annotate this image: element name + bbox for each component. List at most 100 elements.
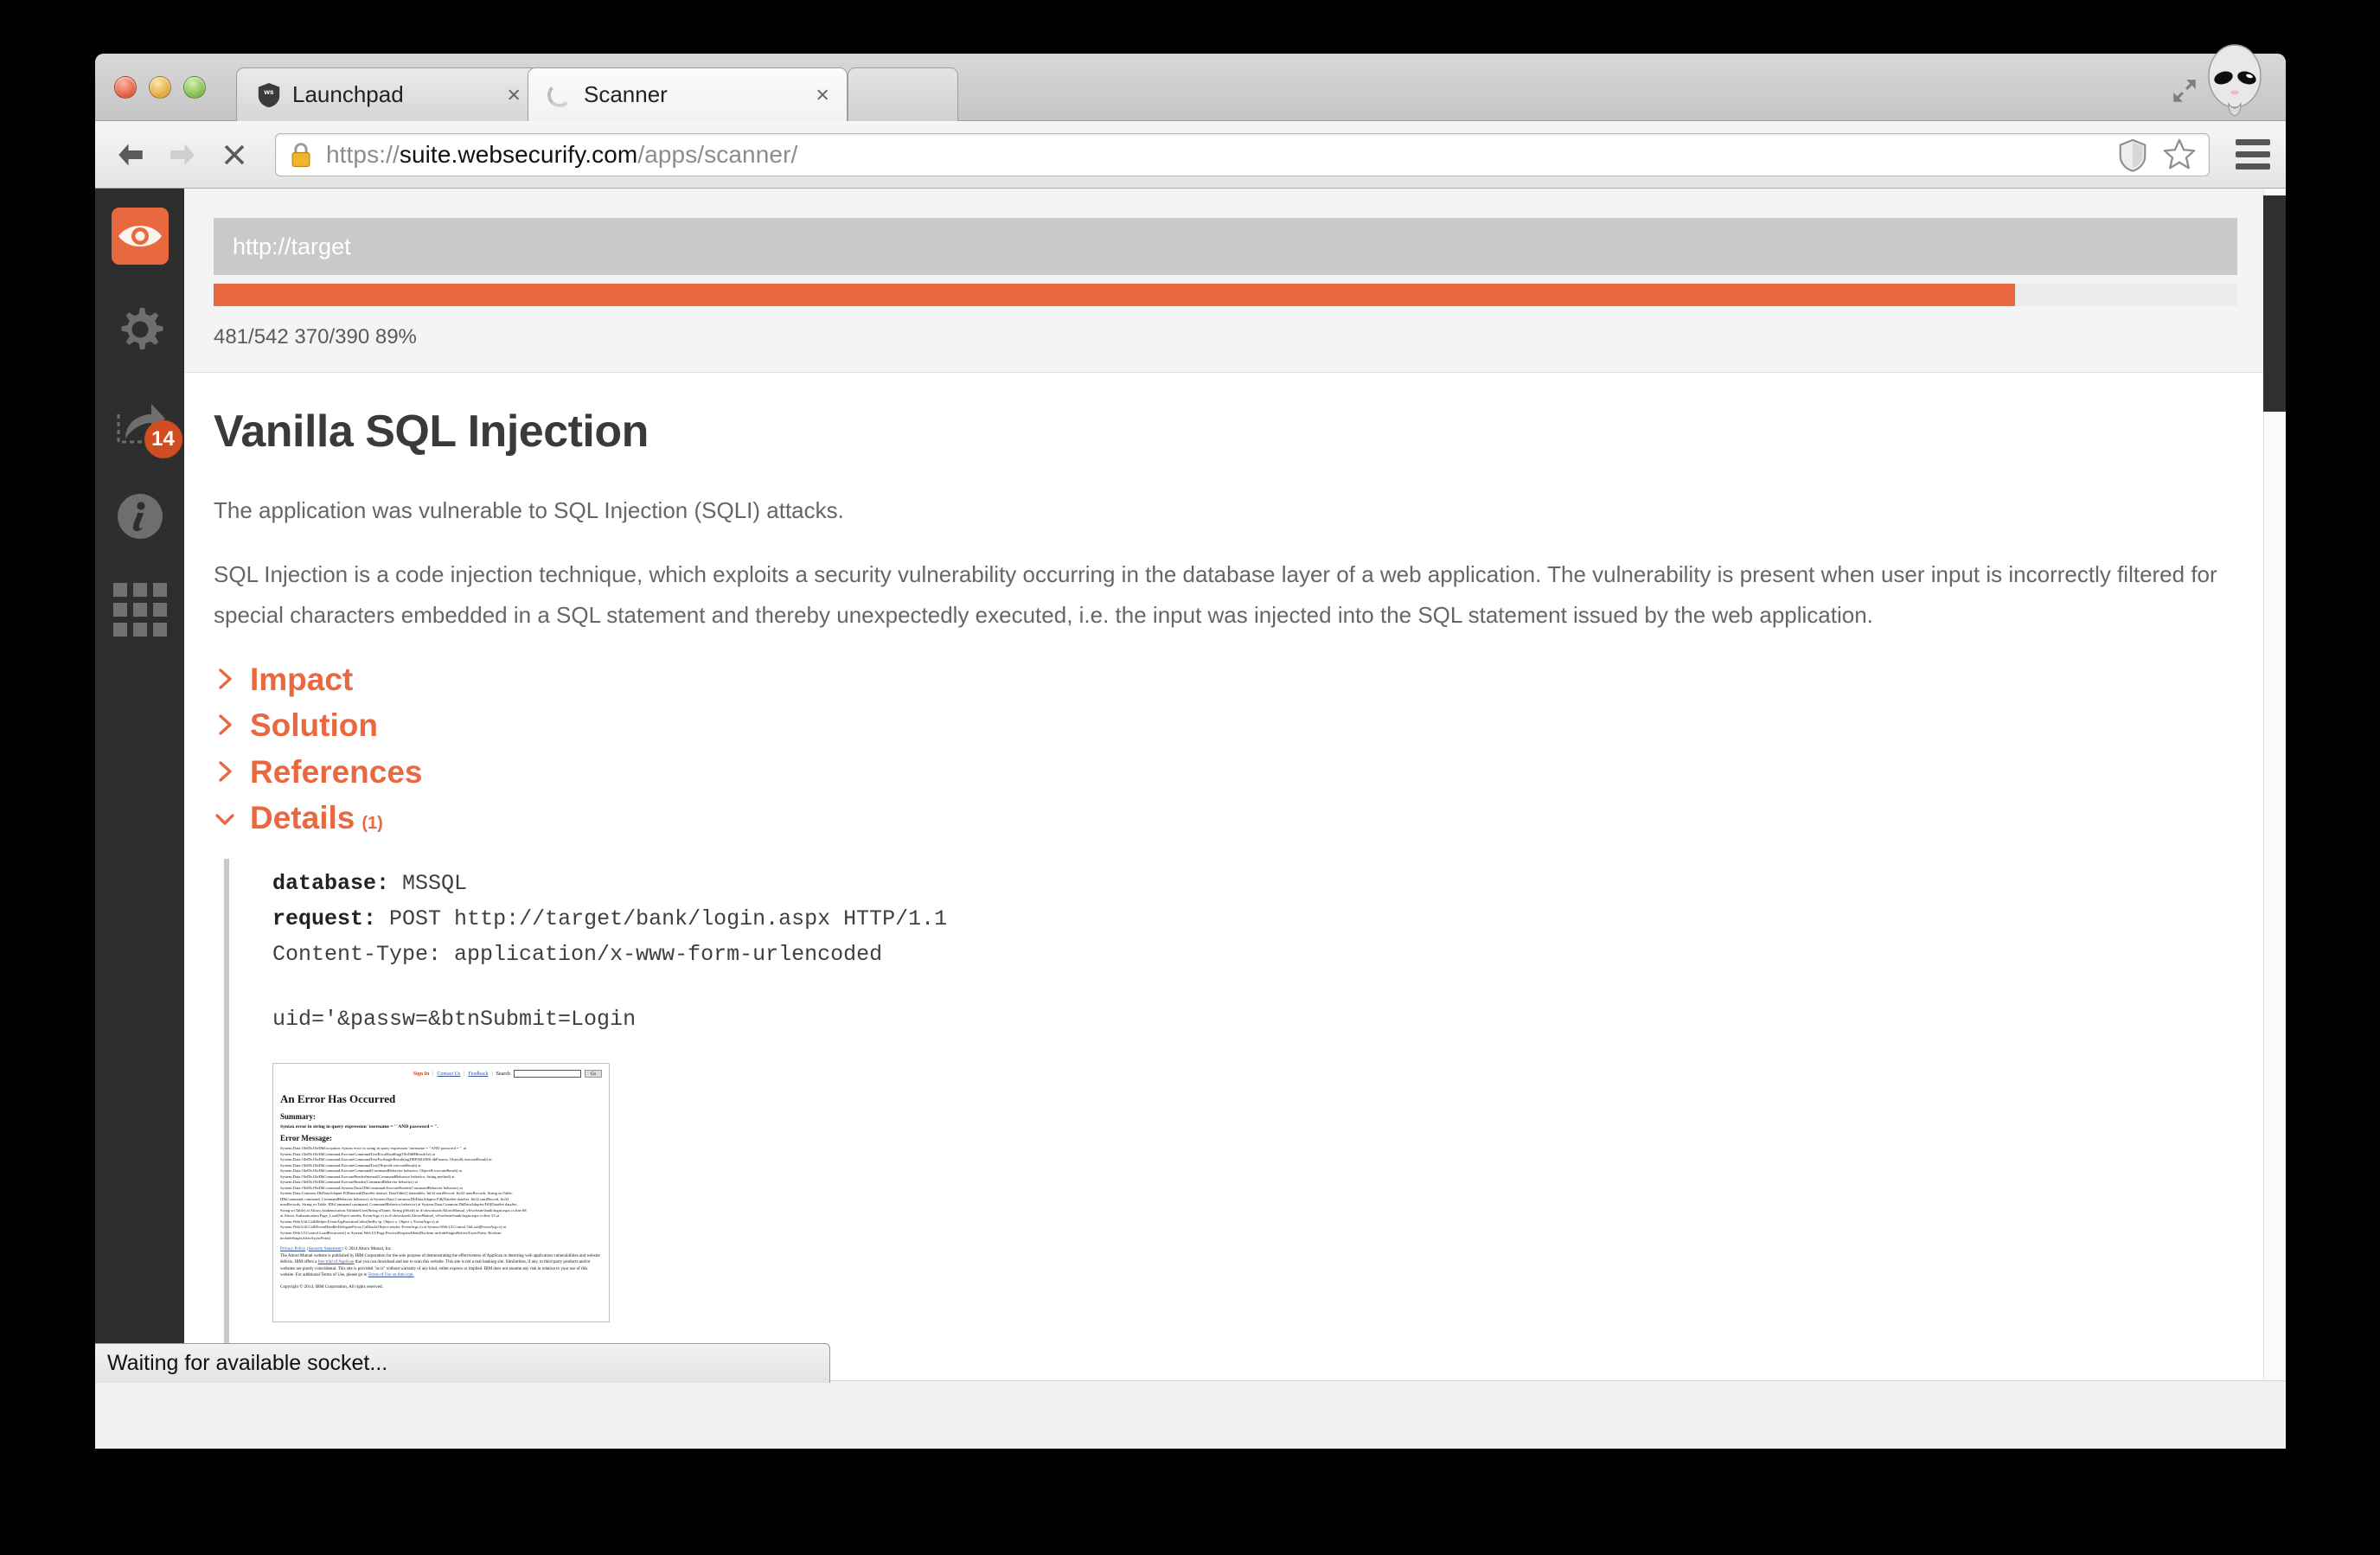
sidebar-item-apps[interactable] [112,581,169,638]
evidence-nav-separator: | [432,1071,434,1077]
evidence-nav: Sign In | Contact Us | Feedback | Search… [280,1070,602,1078]
detail-database-value: MSSQL [402,871,468,897]
detail-content-type: Content-Type: application/x-www-form-url… [272,942,883,968]
evidence-privacy-link: Privacy Policy [280,1247,306,1251]
evidence-summary-text: Syntax error in string in query expressi… [280,1124,438,1130]
info-icon [117,494,163,539]
close-window-button[interactable] [114,76,137,99]
chevron-right-icon [214,714,236,736]
page-title: Vanilla SQL Injection [214,406,649,457]
tab-launchpad[interactable]: ws Launchpad × [236,67,539,121]
evidence-summary-label: Summary: [280,1112,316,1122]
scrollbar-thumb[interactable] [2263,195,2286,412]
address-bar[interactable]: https://suite.websecurify.com/apps/scann… [275,132,2210,176]
scan-target-url: http://target [233,233,351,259]
export-badge: 14 [144,420,182,458]
url-text: https://suite.websecurify.com/apps/scann… [326,141,797,169]
shield-icon[interactable] [2117,138,2148,172]
browser-toolbar: https://suite.websecurify.com/apps/scann… [95,121,2286,189]
details-count: (1) [361,813,383,833]
url-path: /apps/scanner/ [637,140,798,168]
spinner-icon [547,82,572,107]
tab-strip: ws Launchpad × Scanner × [95,44,2286,121]
scan-progress-fill [214,284,2015,306]
app-sidebar: 14 [95,189,184,1380]
tab-close-button[interactable]: × [507,83,521,106]
evidence-feedback-link: Feedback [468,1071,489,1077]
back-button[interactable] [111,135,150,175]
section-label: Solution [250,707,378,744]
sidebar-item-export[interactable]: 14 [112,394,182,458]
scan-target-bar[interactable]: http://target [214,218,2237,275]
evidence-search-label: Search [496,1071,510,1077]
expand-icon[interactable] [2170,76,2199,106]
section-impact[interactable]: Impact [214,659,2237,700]
sidebar-item-scanner[interactable] [111,208,169,265]
hamburger-menu-icon[interactable] [2236,139,2270,170]
back-arrow-icon [118,144,143,165]
report-sections: Impact Solution References Details (1) [214,659,2237,838]
evidence-footer-links: Privacy Policy | Security Statement | © … [280,1247,602,1251]
evidence-footer-separator: | [342,1247,344,1251]
tab-scanner[interactable]: Scanner × [528,67,848,121]
window-bottom-bar [95,1380,2286,1449]
evidence-footer-text: The Altoro Mutual website is published b… [280,1253,602,1278]
evidence-footer-copy: © 2014 Altoro Mutual, Inc. [344,1247,393,1251]
section-label: Details [250,799,355,835]
new-tab-button[interactable] [848,67,958,121]
evidence-heading: An Error Has Occurred [280,1092,396,1106]
evidence-contact-link: Contact Us [437,1071,461,1077]
section-details[interactable]: Details (1) [214,797,2237,838]
evidence-copyright: Copyright © 2014, IBM Corporation, All r… [280,1284,383,1289]
stop-icon [224,144,245,164]
detail-database-line: database: MSSQL [272,866,2237,901]
evidence-footer-separator: | [306,1247,308,1251]
window-controls [114,76,206,99]
grid-icon [112,583,167,637]
status-bar: Waiting for available socket... [95,1343,830,1383]
star-icon[interactable] [2162,138,2197,172]
evidence-trial-link: free trial of AppScan [317,1260,355,1265]
evidence-error-label: Error Message: [280,1134,332,1143]
evidence-go-button: Go [585,1070,602,1078]
eye-icon [118,226,162,246]
section-label: References [250,753,423,790]
section-solution[interactable]: Solution [214,705,2237,746]
alien-avatar-icon[interactable] [2203,43,2267,118]
chevron-down-icon [214,809,236,829]
ws-logo-icon: ws [258,82,280,107]
minimize-window-button[interactable] [149,76,171,99]
stop-button[interactable] [214,135,254,175]
insecure-lock-icon[interactable] [288,141,314,169]
evidence-security-link: Security Statement [308,1247,342,1251]
gear-icon [121,308,163,349]
status-text: Waiting for available socket... [107,1351,388,1375]
detail-database-label: database: [272,871,390,897]
sidebar-item-info[interactable] [112,488,169,545]
scan-header: http://target 481/542 370/390 89% [184,189,2286,373]
browser-window: ws Launchpad × Scanner × https://suite.w… [95,44,2286,1449]
forward-arrow-icon [170,144,195,165]
detail-entry: database: MSSQL request: POST http://tar… [224,859,2237,1380]
evidence-signin-link: Sign In [413,1071,430,1077]
maximize-window-button[interactable] [183,76,206,99]
detail-body: uid='&passw=&btnSubmit=Login [272,1007,637,1033]
forward-button[interactable] [163,135,202,175]
detail-blank-line [272,972,2237,1001]
evidence-terms-link: Terms of Use on ibm.com. [368,1272,414,1277]
url-host: suite.websecurify.com [399,140,638,168]
tab-label: Scanner [584,81,668,107]
sidebar-item-settings[interactable] [112,301,169,358]
section-label: Impact [250,661,354,697]
application-body: 14 http://target 481/542 370/390 89% Van… [95,189,2286,1380]
evidence-screenshot[interactable]: Sign In | Contact Us | Feedback | Search… [272,1063,610,1323]
tab-close-button[interactable]: × [816,83,829,106]
evidence-stack-trace: System.Data.OleDb.OleDbException: Syntax… [280,1146,527,1241]
tab-label: Launchpad [292,81,404,107]
report-summary: The application was vulnerable to SQL In… [214,497,844,523]
vertical-scrollbar[interactable] [2263,189,2286,1380]
section-references[interactable]: References [214,752,2237,792]
address-bar-icons [2117,138,2197,172]
scan-stats: 481/542 370/390 89% [214,325,417,349]
svg-text:ws: ws [263,87,274,96]
